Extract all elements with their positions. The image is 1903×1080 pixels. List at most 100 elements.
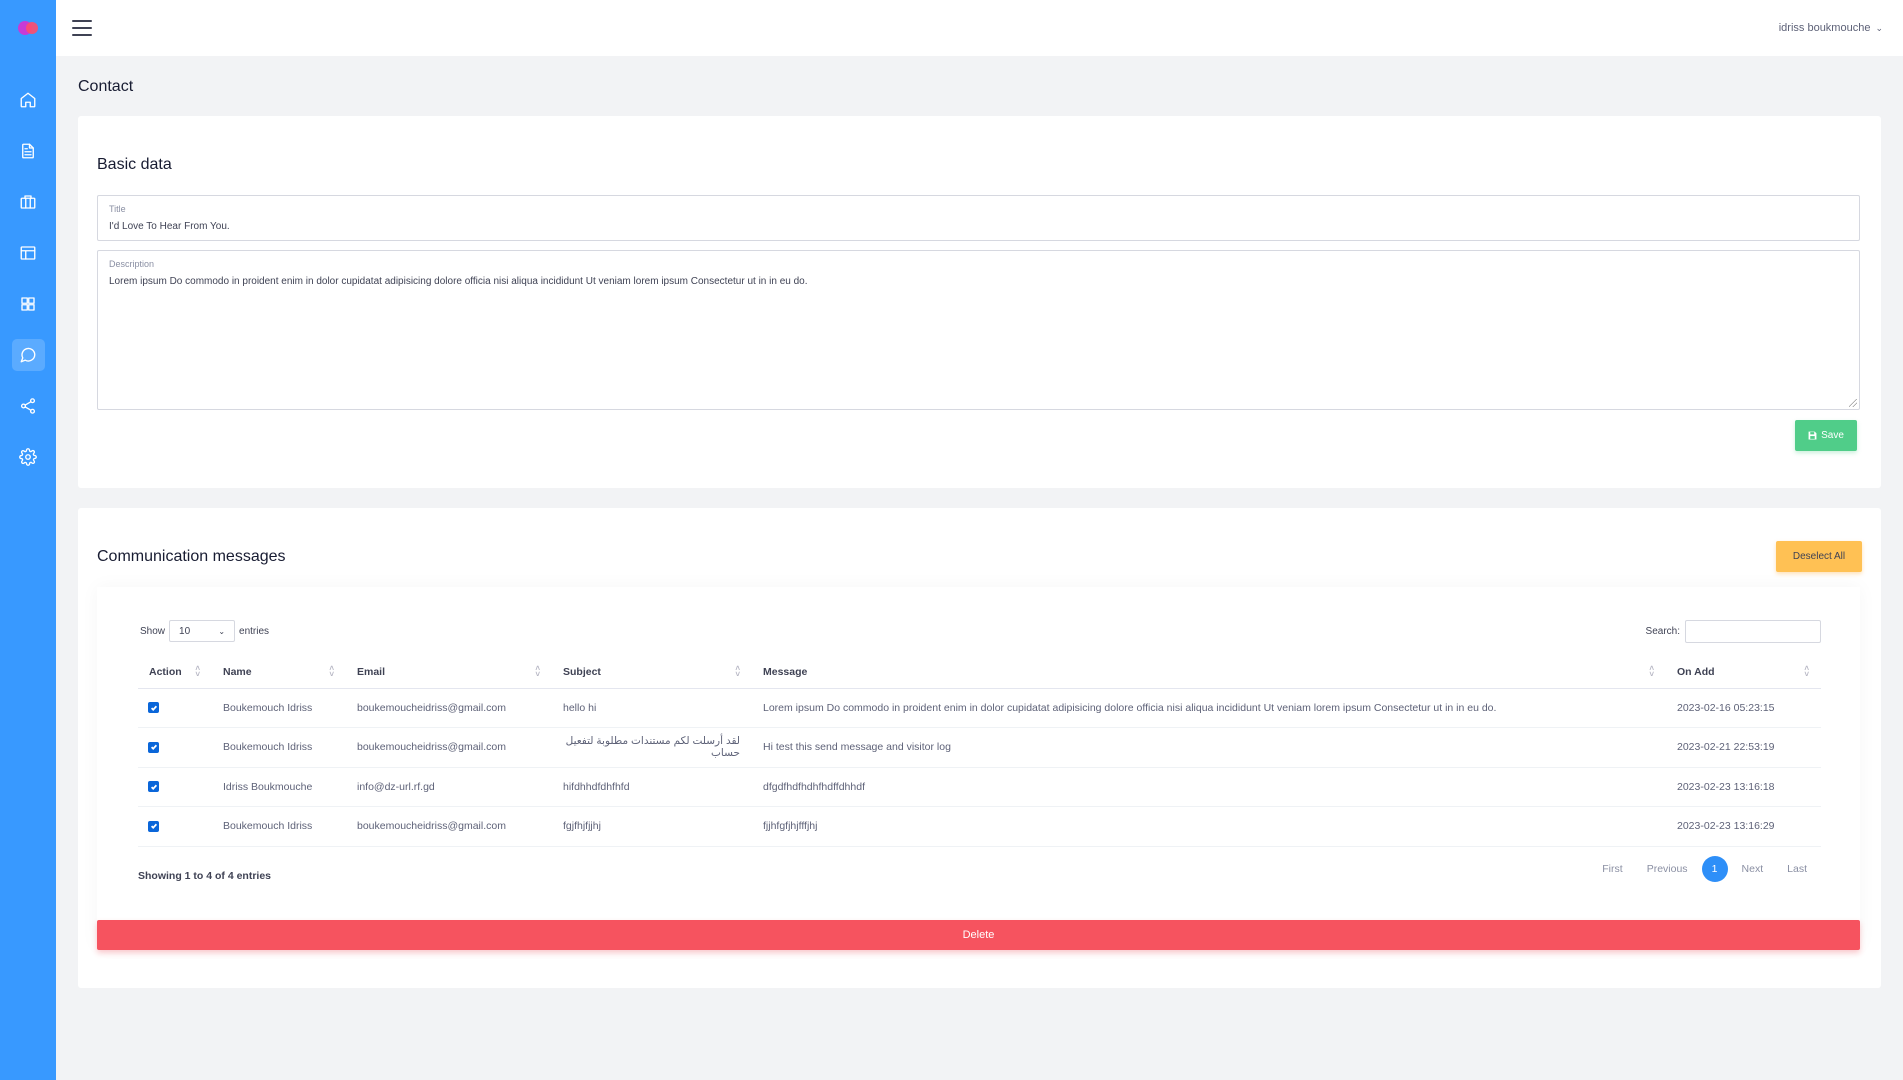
cell-email: info@dz-url.rf.gd [346, 767, 552, 807]
cell-message: Hi test this send message and visitor lo… [752, 727, 1666, 768]
cell-subject: لقد أرسلت لكم مستندات مطلوبة لتفعيل حساب [552, 727, 752, 768]
sidebar-item-home[interactable] [12, 84, 45, 116]
title-field[interactable]: Title I'd Love To Hear From You. [97, 195, 1860, 241]
menu-toggle-icon[interactable] [72, 20, 92, 36]
row-checkbox[interactable] [148, 741, 159, 753]
basic-data-card: Basic data Title I'd Love To Hear From Y… [78, 116, 1881, 488]
share-icon [20, 398, 36, 414]
column-header-action[interactable]: Action ˄ ˅ [138, 656, 212, 689]
cell-on-add: 2023-02-21 22:53:19 [1666, 727, 1821, 768]
chat-icon [20, 347, 36, 363]
column-header-message[interactable]: Message ˄ ˅ [752, 656, 1666, 689]
table-row: Idriss Boukmouche info@dz-url.rf.gd hifd… [138, 767, 1821, 807]
pager-previous[interactable]: Previous [1635, 863, 1700, 875]
description-value[interactable]: Lorem ipsum Do commodo in proident enim … [109, 276, 1844, 287]
messages-heading: Communication messages [97, 548, 286, 565]
sidebar-item-services[interactable] [12, 186, 45, 218]
check-icon [150, 784, 157, 791]
pager-last[interactable]: Last [1775, 863, 1819, 875]
messages-card: Communication messages Deselect All Show… [78, 508, 1881, 988]
sort-icon: ˄ ˅ [329, 664, 334, 679]
description-label: Description [109, 259, 155, 269]
save-label: Save [1821, 430, 1844, 441]
table-header-row: Action ˄ ˅ Name ˄ ˅ Email ˄ ˅ Subject ˄ ˅ Messag… [138, 656, 1821, 689]
row-checkbox[interactable] [148, 820, 159, 832]
cell-subject: fgjfhjfjjhj [552, 806, 752, 847]
pager-page-1[interactable]: 1 [1701, 856, 1728, 882]
check-icon [150, 745, 157, 751]
title-label: Title [109, 204, 126, 214]
cell-message: dfgdfhdfhdhfhdffdhhdf [752, 767, 1666, 807]
check-icon [150, 705, 157, 712]
save-button[interactable]: Save [1795, 420, 1857, 451]
sort-icon: ˄ ˅ [1804, 664, 1809, 679]
resize-handle-icon[interactable] [1849, 399, 1857, 407]
cell-name: Boukemouch Idriss [212, 806, 346, 847]
sidebar-item-layout[interactable] [12, 237, 45, 269]
chevron-down-icon: ⌄ [218, 626, 226, 636]
pager-next[interactable]: Next [1730, 863, 1776, 875]
sort-icon: ˄ ˅ [535, 664, 540, 679]
cell-on-add: 2023-02-23 13:16:29 [1666, 806, 1821, 847]
entries-label: entries [239, 625, 270, 637]
sidebar-item-grid[interactable] [12, 288, 45, 320]
cell-email: boukemoucheidriss@gmail.com [346, 806, 552, 847]
entries-length-control: Show 10 ⌄ entries [140, 620, 269, 642]
cell-message: Lorem ipsum Do commodo in proident enim … [752, 688, 1666, 728]
briefcase-icon [20, 195, 36, 209]
logo-icon[interactable] [16, 18, 40, 38]
sidebar-item-contact[interactable] [11, 339, 45, 371]
deselect-all-button[interactable]: Deselect All [1776, 541, 1862, 572]
layout-icon [20, 246, 36, 260]
entries-value: 10 [179, 625, 191, 637]
sort-icon: ˄ ˅ [1649, 664, 1654, 679]
chevron-down-icon: ⌄ [1875, 22, 1883, 33]
column-header-subject[interactable]: Subject ˄ ˅ [552, 656, 752, 689]
row-checkbox[interactable] [148, 781, 159, 793]
table-row: Boukemouch Idriss boukemoucheidriss@gmai… [138, 727, 1821, 768]
cell-on-add: 2023-02-23 13:16:18 [1666, 767, 1821, 807]
pager-first[interactable]: First [1590, 863, 1634, 875]
title-value[interactable]: I'd Love To Hear From You. [109, 221, 1844, 232]
messages-table: Action ˄ ˅ Name ˄ ˅ Email ˄ ˅ Subject ˄ ˅ Messag… [138, 656, 1821, 847]
basic-data-heading: Basic data [97, 156, 172, 173]
sort-icon: ˄ ˅ [735, 664, 740, 679]
search-input[interactable] [1685, 620, 1821, 643]
check-icon [150, 824, 157, 830]
row-checkbox[interactable] [148, 702, 159, 714]
cell-name: Boukemouch Idriss [212, 727, 346, 768]
document-icon [22, 143, 34, 159]
cell-name: Idriss Boukmouche [212, 767, 346, 807]
gear-icon [19, 448, 37, 466]
table-info: Showing 1 to 4 of 4 entries [138, 870, 272, 882]
column-header-email[interactable]: Email ˄ ˅ [346, 656, 552, 689]
description-field[interactable]: Description Lorem ipsum Do commodo in pr… [97, 250, 1860, 410]
topbar: idriss boukmouche ⌄ [56, 0, 1903, 56]
pagination: First Previous 1 Next Last [1590, 856, 1819, 882]
sidebar-item-share[interactable] [12, 390, 45, 422]
search-label: Search: [1645, 626, 1680, 637]
save-icon [1808, 431, 1817, 440]
user-menu[interactable]: idriss boukmouche ⌄ [1779, 22, 1883, 34]
sidebar [0, 0, 56, 1080]
show-label: Show [140, 625, 166, 637]
user-name: idriss boukmouche [1778, 22, 1871, 34]
table-row: Boukemouch Idriss boukemoucheidriss@gmai… [138, 688, 1821, 728]
column-header-on-add[interactable]: On Add ˄ ˅ [1666, 656, 1821, 689]
cell-name: Boukemouch Idriss [212, 688, 346, 728]
sidebar-nav [11, 84, 45, 473]
cell-subject: hello hi [552, 688, 752, 728]
home-icon [20, 92, 36, 108]
column-header-name[interactable]: Name ˄ ˅ [212, 656, 346, 689]
sidebar-item-pages[interactable] [12, 135, 45, 167]
cell-on-add: 2023-02-16 05:23:15 [1666, 688, 1821, 728]
delete-button[interactable]: Delete [97, 920, 1860, 950]
cell-email: boukemoucheidriss@gmail.com [346, 688, 552, 728]
cell-message: fjjhfgfjhjfffjhj [752, 806, 1666, 847]
page-title: Contact [78, 78, 134, 95]
cell-subject: hifdhhdfdhfhfd [552, 767, 752, 807]
entries-select[interactable]: 10 ⌄ [169, 620, 236, 642]
sidebar-item-settings[interactable] [12, 441, 45, 473]
table-row: Boukemouch Idriss boukemoucheidriss@gmai… [138, 806, 1821, 847]
table-search: Search: [1646, 620, 1821, 643]
